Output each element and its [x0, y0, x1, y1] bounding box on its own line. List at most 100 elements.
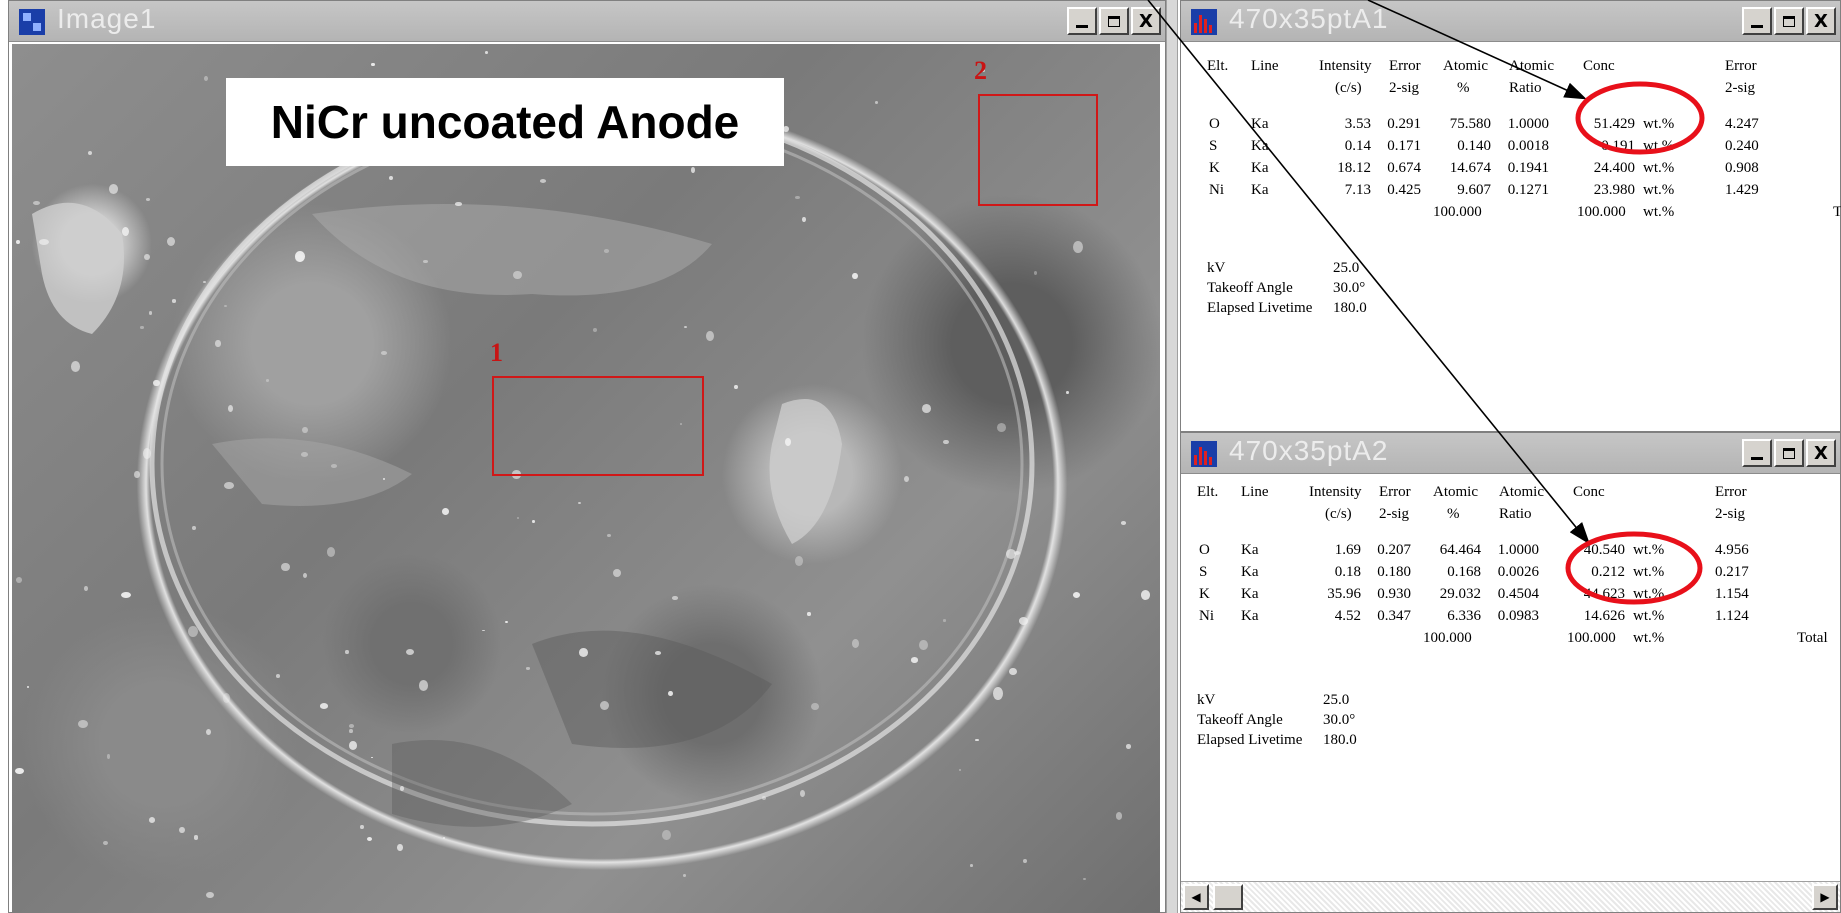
sem-particle: [599, 700, 609, 711]
column-header: Error: [1379, 484, 1411, 500]
close-button[interactable]: X: [1131, 7, 1161, 35]
maximize-button[interactable]: [1099, 7, 1129, 35]
sem-particle: [1008, 667, 1017, 675]
sem-particle: [15, 239, 21, 244]
element-cell: S: [1209, 138, 1218, 154]
param-value: 30.0°: [1323, 712, 1356, 728]
scroll-thumb[interactable]: [1213, 884, 1243, 910]
horizontal-scrollbar[interactable]: ◀ ▶: [1181, 881, 1840, 912]
maximize-button[interactable]: [1774, 439, 1804, 467]
sem-particle: [38, 238, 49, 246]
conc-error-cell: 1.429: [1725, 182, 1759, 198]
grid-app-icon: [19, 9, 45, 35]
sem-particle: [1072, 240, 1083, 253]
total-label: Total: [1833, 204, 1841, 220]
roi-box-1[interactable]: [492, 376, 704, 476]
minimize-icon: [1076, 24, 1088, 28]
maximize-icon: [1108, 15, 1120, 27]
unit-cell: wt.%: [1643, 182, 1675, 198]
column-header: %: [1457, 80, 1470, 96]
atomic-ratio-cell: 0.0026: [1497, 564, 1539, 580]
sem-particle: [672, 595, 678, 600]
sem-particle: [802, 217, 806, 222]
sem-particle: [604, 249, 610, 253]
sem-particle: [911, 657, 919, 663]
results-table-2: Elt. Line Intensity Error Atomic Atomic Conc Er…: [1183, 482, 1838, 862]
sem-particle: [455, 202, 462, 206]
sem-particle: [942, 619, 947, 622]
spectrum-window-2-title: 470x35ptA2: [1229, 435, 1389, 466]
sem-particle: [178, 826, 185, 834]
column-header: (c/s): [1335, 80, 1362, 96]
error-cell: 0.674: [1387, 160, 1421, 176]
unit-cell: wt.%: [1633, 630, 1665, 646]
spectrum-app-icon: [1191, 441, 1217, 467]
image-window-controls: X: [1065, 7, 1161, 35]
sem-particle: [108, 184, 119, 194]
unit-cell: wt.%: [1643, 116, 1675, 132]
conc-cell: 24.400: [1593, 160, 1635, 176]
close-button[interactable]: X: [1806, 439, 1836, 467]
minimize-button[interactable]: [1067, 7, 1097, 35]
column-header: Conc: [1583, 58, 1615, 74]
sem-particle: [532, 519, 535, 523]
column-header: Conc: [1573, 484, 1605, 500]
param-value: 180.0: [1333, 300, 1367, 316]
sem-particle: [969, 864, 973, 868]
unit-cell: wt.%: [1643, 204, 1675, 220]
column-header: Error: [1389, 58, 1421, 74]
column-header: Ratio: [1499, 506, 1532, 522]
maximize-button[interactable]: [1774, 7, 1804, 35]
element-cell: O: [1209, 116, 1220, 132]
error-cell: 0.347: [1377, 608, 1411, 624]
spectrum-window-1-body: Elt. Line Intensity Error Atomic Atomic Conc Er…: [1181, 42, 1841, 431]
conc-total: 100.000: [1577, 204, 1626, 220]
unit-cell: wt.%: [1633, 542, 1665, 558]
spectrum-window-1-titlebar[interactable]: 470x35ptA1 X: [1181, 1, 1840, 42]
unit-cell: wt.%: [1633, 608, 1665, 624]
param-value: 180.0: [1323, 732, 1357, 748]
sem-particle: [397, 844, 403, 851]
sem-particle: [505, 620, 508, 623]
conc-cell: 23.980: [1593, 182, 1635, 198]
scroll-right-button[interactable]: ▶: [1812, 884, 1838, 910]
line-cell: Ka: [1251, 138, 1269, 154]
spectrum-window-2: 470x35ptA2 X Elt. Line Intensity Error Atomi…: [1180, 432, 1841, 913]
param-label: Takeoff Angle: [1207, 280, 1293, 296]
unit-cell: wt.%: [1643, 138, 1675, 154]
param-value: 25.0: [1333, 260, 1360, 276]
sem-particle: [578, 501, 581, 504]
sem-particle: [807, 611, 811, 616]
sem-particle: [215, 339, 221, 347]
image-window-titlebar[interactable]: Image1 X: [9, 1, 1165, 42]
atomic-ratio-cell: 0.0983: [1497, 608, 1539, 624]
param-label: kV: [1207, 260, 1226, 276]
scroll-left-button[interactable]: ◀: [1183, 884, 1209, 910]
element-cell: O: [1199, 542, 1210, 558]
sem-particle: [370, 62, 375, 67]
close-icon: X: [1139, 10, 1153, 32]
conc-cell: 0.212: [1591, 564, 1625, 580]
sem-particle: [442, 508, 449, 515]
spectrum-window-2-titlebar[interactable]: 470x35ptA2 X: [1181, 433, 1840, 474]
roi-box-2[interactable]: [978, 94, 1098, 206]
sem-particle: [539, 178, 546, 183]
param-label: Elapsed Livetime: [1197, 732, 1303, 748]
close-button[interactable]: X: [1806, 7, 1836, 35]
column-header: Line: [1251, 58, 1279, 74]
sem-particle: [484, 51, 488, 55]
unit-cell: wt.%: [1633, 586, 1665, 602]
column-header: 2-sig: [1725, 80, 1755, 96]
conc-cell: 44.623: [1583, 586, 1625, 602]
sem-particle: [525, 667, 530, 670]
sem-particle: [143, 253, 150, 261]
minimize-button[interactable]: [1742, 7, 1772, 35]
minimize-button[interactable]: [1742, 439, 1772, 467]
sem-particle: [1018, 616, 1029, 625]
sem-particle: [330, 463, 337, 468]
sem-particle: [875, 101, 878, 105]
error-cell: 0.291: [1387, 116, 1421, 132]
error-cell: 0.930: [1377, 586, 1411, 602]
element-cell: Ni: [1199, 608, 1214, 624]
sem-particle: [1033, 271, 1037, 276]
